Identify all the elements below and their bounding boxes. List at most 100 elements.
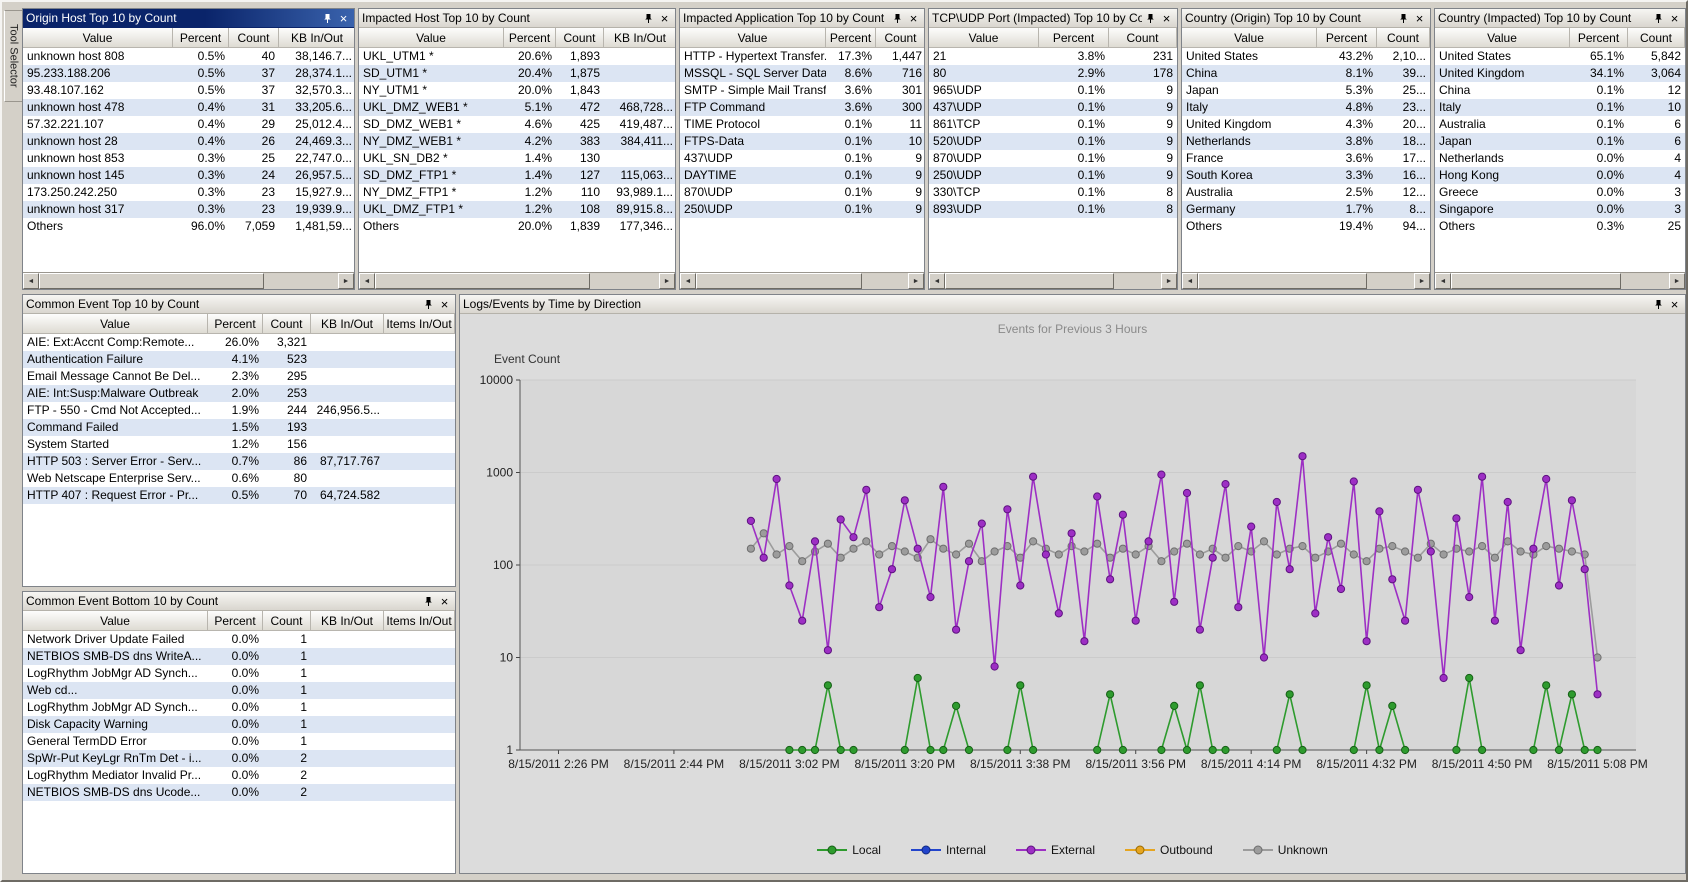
table-row[interactable]: Command Failed1.5%193 — [23, 419, 455, 436]
table-row[interactable]: SD_DMZ_WEB1 *4.6%425419,487... — [359, 116, 675, 133]
scroll-right-icon[interactable]: ► — [338, 273, 354, 289]
column-header[interactable]: Value — [23, 314, 208, 334]
close-icon[interactable]: × — [437, 297, 452, 311]
table-row[interactable]: Greece0.0%3 — [1435, 184, 1685, 201]
table-row[interactable]: Netherlands0.0%4 — [1435, 150, 1685, 167]
table-row[interactable]: Japan5.3%25... — [1182, 82, 1430, 99]
column-header[interactable]: Count — [1628, 28, 1685, 48]
table-row[interactable]: UKL_DMZ_FTP1 *1.2%10889,915.8... — [359, 201, 675, 218]
table-row[interactable]: unknown host 8080.5%4038,146.7... — [23, 48, 354, 65]
table-row[interactable]: SD_DMZ_FTP1 *1.4%127115,063... — [359, 167, 675, 184]
table-row[interactable]: General TermDD Error0.0%1 — [23, 733, 455, 750]
column-header[interactable]: KB In/Out — [311, 314, 384, 334]
tool-selector-tab[interactable]: Tool Selector — [4, 10, 23, 102]
column-header[interactable]: Count — [229, 28, 279, 48]
column-header[interactable]: Percent — [1570, 28, 1628, 48]
table-row[interactable]: 173.250.242.2500.3%2315,927.9... — [23, 184, 354, 201]
table-row[interactable]: UKL_SN_DB2 *1.4%130 — [359, 150, 675, 167]
table-row[interactable]: Network Driver Update Failed0.0%1 — [23, 631, 455, 648]
table-row[interactable]: China0.1%12 — [1435, 82, 1685, 99]
table-row[interactable]: China8.1%39... — [1182, 65, 1430, 82]
scroll-left-icon[interactable]: ◄ — [1182, 273, 1198, 289]
table-row[interactable]: Web cd...0.0%1 — [23, 682, 455, 699]
table-row[interactable]: Australia2.5%12... — [1182, 184, 1430, 201]
table-row[interactable]: United States43.2%2,10... — [1182, 48, 1430, 65]
horizontal-scrollbar[interactable]: ◄ ► — [929, 272, 1177, 289]
table-row[interactable]: NETBIOS SMB-DS dns Ucode...0.0%2 — [23, 784, 455, 801]
table-row[interactable]: Japan0.1%6 — [1435, 133, 1685, 150]
pin-icon[interactable] — [641, 11, 656, 25]
scrollbar-track[interactable] — [1114, 273, 1161, 289]
table-row[interactable]: LogRhythm Mediator Invalid Pr...0.0%2 — [23, 767, 455, 784]
table-row[interactable]: MSSQL - SQL Server Data...8.6%716 — [680, 65, 924, 82]
scrollbar-track[interactable] — [1367, 273, 1414, 289]
table-row[interactable]: Authentication Failure4.1%523 — [23, 351, 455, 368]
column-header[interactable]: Value — [929, 28, 1039, 48]
table-row[interactable]: 870\UDP0.1%9 — [929, 150, 1177, 167]
table-row[interactable]: NY_DMZ_FTP1 *1.2%11093,989.1... — [359, 184, 675, 201]
table-row[interactable]: Italy4.8%23... — [1182, 99, 1430, 116]
panel-titlebar[interactable]: Origin Host Top 10 by Count × — [23, 9, 354, 28]
table-row[interactable]: Others96.0%7,0591,481,59... — [23, 218, 354, 235]
table-row[interactable]: 250\UDP0.1%9 — [680, 201, 924, 218]
table-row[interactable]: 520\UDP0.1%9 — [929, 133, 1177, 150]
close-icon[interactable]: × — [336, 11, 351, 25]
table-row[interactable]: 437\UDP0.1%9 — [929, 99, 1177, 116]
scroll-left-icon[interactable]: ◄ — [929, 273, 945, 289]
table-row[interactable]: unknown host 3170.3%2319,939.9... — [23, 201, 354, 218]
column-header[interactable]: Percent — [826, 28, 876, 48]
column-header[interactable]: Count — [556, 28, 604, 48]
panel-titlebar[interactable]: Impacted Host Top 10 by Count × — [359, 9, 675, 28]
column-header[interactable]: KB In/Out — [604, 28, 675, 48]
table-row[interactable]: South Korea3.3%16... — [1182, 167, 1430, 184]
pin-icon[interactable] — [1396, 11, 1411, 25]
pin-icon[interactable] — [421, 594, 436, 608]
table-row[interactable]: SpWr-Put KeyLgr RnTm Det - i...0.0%2 — [23, 750, 455, 767]
table-row[interactable]: SMTP - Simple Mail Transf...3.6%301 — [680, 82, 924, 99]
column-header[interactable]: Count — [263, 611, 311, 631]
column-header[interactable]: Value — [1182, 28, 1317, 48]
table-row[interactable]: Disk Capacity Warning0.0%1 — [23, 716, 455, 733]
close-icon[interactable]: × — [437, 594, 452, 608]
panel-titlebar[interactable]: Country (Impacted) Top 10 by Count × — [1435, 9, 1685, 28]
scrollbar-thumb[interactable] — [375, 273, 590, 289]
panel-titlebar[interactable]: Common Event Bottom 10 by Count × — [23, 592, 455, 611]
table-row[interactable]: LogRhythm JobMgr AD Synch...0.0%1 — [23, 699, 455, 716]
close-icon[interactable]: × — [1667, 297, 1682, 311]
table-row[interactable]: unknown host 8530.3%2522,747.0... — [23, 150, 354, 167]
table-row[interactable]: FTP Command3.6%300 — [680, 99, 924, 116]
pin-icon[interactable] — [421, 297, 436, 311]
column-header[interactable]: Value — [1435, 28, 1570, 48]
column-header[interactable]: Value — [680, 28, 826, 48]
column-header[interactable]: KB In/Out — [279, 28, 354, 48]
table-row[interactable]: 870\UDP0.1%9 — [680, 184, 924, 201]
table-row[interactable]: DAYTIME0.1%9 — [680, 167, 924, 184]
table-row[interactable]: Hong Kong0.0%4 — [1435, 167, 1685, 184]
table-row[interactable]: Australia0.1%6 — [1435, 116, 1685, 133]
table-row[interactable]: United States65.1%5,842 — [1435, 48, 1685, 65]
column-header[interactable]: Value — [23, 28, 173, 48]
horizontal-scrollbar[interactable]: ◄ ► — [1435, 272, 1685, 289]
table-row[interactable]: 93.48.107.1620.5%3732,570.3... — [23, 82, 354, 99]
table-row[interactable]: unknown host 1450.3%2426,957.5... — [23, 167, 354, 184]
column-header[interactable]: Count — [1109, 28, 1177, 48]
scroll-right-icon[interactable]: ► — [1414, 273, 1430, 289]
table-row[interactable]: System Started1.2%156 — [23, 436, 455, 453]
table-row[interactable]: United Kingdom34.1%3,064 — [1435, 65, 1685, 82]
pin-icon[interactable] — [890, 11, 905, 25]
close-icon[interactable]: × — [1667, 11, 1682, 25]
scrollbar-thumb[interactable] — [945, 273, 1114, 289]
table-row[interactable]: NY_DMZ_WEB1 *4.2%383384,411... — [359, 133, 675, 150]
table-row[interactable]: NETBIOS SMB-DS dns WriteA...0.0%1 — [23, 648, 455, 665]
table-row[interactable]: FTPS-Data0.1%10 — [680, 133, 924, 150]
table-row[interactable]: UKL_UTM1 *20.6%1,893 — [359, 48, 675, 65]
table-row[interactable]: Italy0.1%10 — [1435, 99, 1685, 116]
table-row[interactable]: HTTP 503 : Server Error - Serv...0.7%868… — [23, 453, 455, 470]
table-row[interactable]: Singapore0.0%3 — [1435, 201, 1685, 218]
scroll-right-icon[interactable]: ► — [908, 273, 924, 289]
close-icon[interactable]: × — [906, 11, 921, 25]
table-row[interactable]: 802.9%178 — [929, 65, 1177, 82]
table-row[interactable]: 330\TCP0.1%8 — [929, 184, 1177, 201]
horizontal-scrollbar[interactable]: ◄ ► — [680, 272, 924, 289]
table-row[interactable]: FTP - 550 - Cmd Not Accepted...1.9%24424… — [23, 402, 455, 419]
